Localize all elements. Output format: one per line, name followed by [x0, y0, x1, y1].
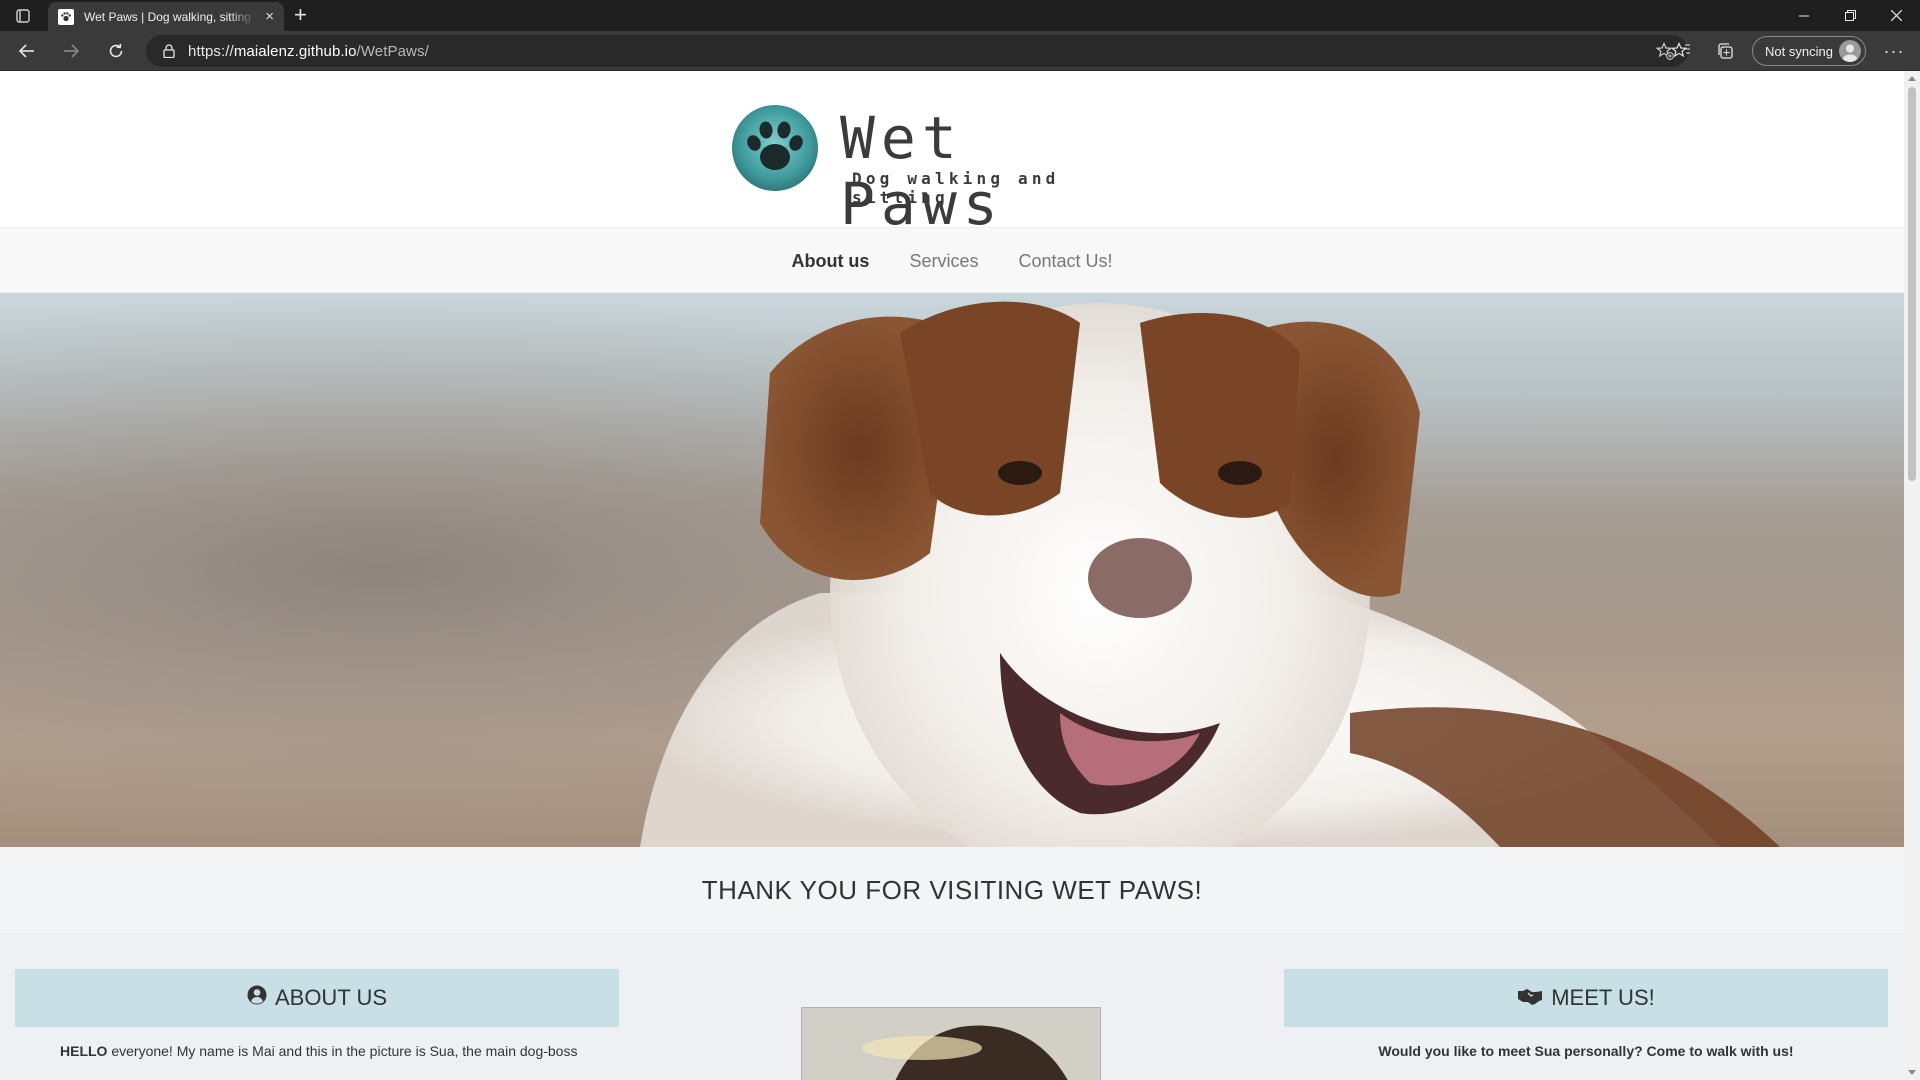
more-options-icon[interactable]: ···	[1876, 31, 1912, 71]
meet-us-header: MEET US!	[1284, 969, 1888, 1027]
url-path: /WetPaws/	[356, 42, 429, 60]
url-scheme: https://	[188, 42, 234, 60]
forward-icon[interactable]	[53, 31, 89, 71]
tab-actions-icon[interactable]	[0, 0, 46, 31]
main-navigation: About us Services Contact Us!	[0, 227, 1904, 293]
new-tab-icon[interactable]: +	[294, 4, 307, 26]
refresh-icon[interactable]	[98, 31, 134, 71]
restore-icon[interactable]	[1827, 0, 1873, 31]
lock-icon[interactable]	[160, 44, 178, 58]
paw-favicon-icon	[58, 8, 74, 25]
nav-services[interactable]: Services	[909, 251, 978, 272]
sync-label: Not syncing	[1765, 43, 1833, 59]
sync-button[interactable]: Not syncing	[1752, 36, 1866, 66]
scroll-down-icon[interactable]	[1908, 1070, 1916, 1075]
tab-close-icon[interactable]: ×	[265, 9, 274, 24]
meet-us-title: MEET US!	[1551, 985, 1655, 1010]
back-icon[interactable]	[9, 31, 45, 71]
tab-title: Wet Paws | Dog walking, sitting and more	[84, 9, 255, 24]
close-window-icon[interactable]	[1873, 0, 1919, 31]
browser-tab[interactable]: Wet Paws | Dog walking, sitting and more…	[48, 2, 284, 31]
meet-us-text: Would you like to meet Sua personally? C…	[1378, 1043, 1794, 1059]
minimize-icon[interactable]	[1781, 0, 1827, 31]
handshake-icon	[1517, 985, 1543, 1011]
hero-dog-photo	[0, 293, 1904, 847]
thanks-heading: THANK YOU FOR VISITING WET PAWS!	[701, 874, 1203, 905]
nav-about-us[interactable]: About us	[791, 251, 869, 272]
about-us-title: ABOUT US	[274, 985, 388, 1010]
favorites-icon[interactable]	[1663, 31, 1699, 71]
address-bar[interactable]: https://maialenz.github.io/WetPaws/	[146, 35, 1688, 67]
url-host: maialenz.github.io	[233, 42, 357, 60]
scroll-thumb[interactable]	[1908, 87, 1916, 481]
site-logo[interactable]: Wet Paws Dog walking and sitting	[732, 105, 1162, 237]
site-header: Wet Paws Dog walking and sitting	[0, 71, 1904, 237]
profile-avatar-icon	[1839, 40, 1861, 62]
user-circle-icon	[247, 985, 267, 1011]
about-hello: HELLO	[60, 1043, 108, 1059]
dog-sunset-photo	[801, 1007, 1101, 1080]
browser-toolbar: https://maialenz.github.io/WetPaws/ Not …	[0, 31, 1920, 71]
info-section: ABOUT US HELLO everyone! My name is Mai …	[0, 933, 1904, 1080]
about-body: everyone! My name is Mai and this in the…	[107, 1043, 578, 1059]
logo-subtitle: Dog walking and sitting	[852, 169, 1060, 207]
about-us-text: HELLO everyone! My name is Mai and this …	[15, 1041, 619, 1061]
nav-contact-us[interactable]: Contact Us!	[1018, 251, 1112, 272]
collections-icon[interactable]	[1707, 31, 1743, 71]
url-text[interactable]: https://maialenz.github.io/WetPaws/	[188, 43, 429, 60]
page-scrollbar[interactable]	[1904, 71, 1920, 1080]
scroll-up-icon[interactable]	[1908, 76, 1916, 81]
browser-titlebar: Wet Paws | Dog walking, sitting and more…	[0, 0, 1920, 31]
about-us-header: ABOUT US	[15, 969, 619, 1027]
paw-logo-icon	[732, 105, 818, 191]
thanks-banner: THANK YOU FOR VISITING WET PAWS!	[0, 847, 1904, 933]
web-page: Wet Paws Dog walking and sitting About u…	[0, 71, 1904, 1080]
page-viewport[interactable]: Wet Paws Dog walking and sitting About u…	[0, 71, 1920, 1080]
